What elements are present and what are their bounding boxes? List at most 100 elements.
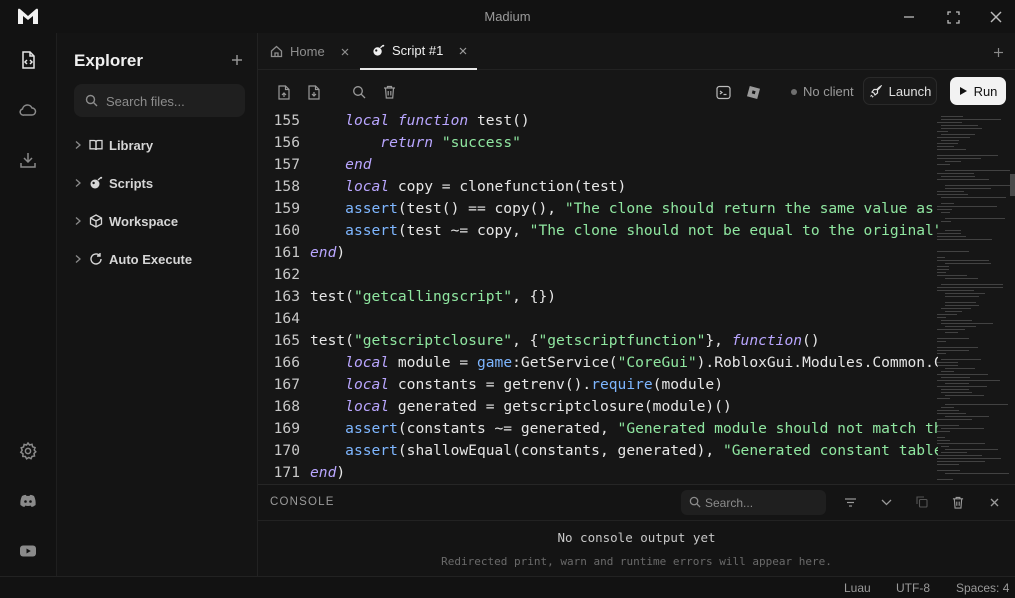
minimap-row <box>945 188 991 189</box>
console-filter-button[interactable] <box>842 494 858 510</box>
new-file-button[interactable] <box>228 51 246 69</box>
activity-download-button[interactable] <box>14 146 42 174</box>
minimap-row <box>941 176 975 177</box>
save-file-button[interactable] <box>305 83 323 101</box>
tab-home[interactable]: Home <box>270 33 351 70</box>
tab-label: Script #1 <box>392 43 444 58</box>
minimap-row <box>945 311 962 312</box>
minimap-row <box>941 446 949 447</box>
new-tab-button[interactable] <box>990 44 1006 60</box>
line-number: 171 <box>273 464 300 481</box>
minimap-row <box>937 233 961 234</box>
minimap-row <box>945 278 978 279</box>
tree-item-auto-execute[interactable]: Auto Execute <box>74 248 244 270</box>
run-button[interactable]: Run <box>950 77 1006 105</box>
minimap-row <box>945 368 975 369</box>
book-icon <box>89 138 109 152</box>
minimap-row <box>945 332 958 333</box>
close-window-button[interactable] <box>985 6 1007 28</box>
code-text: local constants = getrenv().require(modu… <box>345 376 723 393</box>
code-line: 166 local module = game:GetService("Core… <box>258 352 938 374</box>
minimap-row <box>937 350 969 351</box>
line-number: 161 <box>273 244 300 261</box>
minimap-row <box>945 263 991 264</box>
minimap-row <box>937 347 978 348</box>
minimap-row <box>941 203 954 204</box>
minimap-row <box>937 365 958 366</box>
editor-toolbar: No client Launch Run <box>258 70 1015 114</box>
clear-editor-button[interactable] <box>380 83 398 101</box>
minimap-row <box>941 221 951 222</box>
tree-item-label: Library <box>109 137 154 153</box>
code-line: 159 assert(test() == copy(), "The clone … <box>258 198 938 220</box>
minimap-row <box>937 362 958 363</box>
vertical-scrollbar[interactable] <box>1010 174 1015 196</box>
tree-item-label: Scripts <box>109 175 154 191</box>
launch-button[interactable]: Launch <box>863 77 937 105</box>
discord-button[interactable] <box>14 487 42 515</box>
find-button[interactable] <box>350 83 368 101</box>
chevron-down-icon <box>881 499 891 505</box>
minimap-row <box>937 251 969 252</box>
minimap-row <box>945 218 1005 219</box>
app-title: Madium <box>484 9 531 24</box>
minimap-row <box>937 437 945 438</box>
tree-item-library[interactable]: Library <box>74 134 244 156</box>
minimap-row <box>937 143 958 144</box>
terminal-icon <box>715 85 731 99</box>
tab-close-button[interactable] <box>457 45 469 57</box>
code-text: end) <box>310 464 346 481</box>
minimap-row <box>945 170 1010 171</box>
indent-indicator[interactable]: Spaces: 4 <box>956 581 1009 595</box>
tree-item-scripts[interactable]: Scripts <box>74 172 244 194</box>
minimap-row <box>937 155 998 156</box>
line-number: 156 <box>273 134 300 151</box>
code-editor[interactable]: 171 end) 170 assert(shallowEqual(constants… <box>258 114 938 514</box>
console-clear-button[interactable] <box>950 494 966 510</box>
code-text: local generated = getscriptclosure(modul… <box>345 398 732 415</box>
close-icon <box>990 498 998 506</box>
tree-item-workspace[interactable]: Workspace <box>74 210 244 232</box>
tab-script-1[interactable]: Script #1 <box>360 33 477 70</box>
line-number: 159 <box>273 200 300 217</box>
minimap-row <box>945 326 976 327</box>
console-copy-button[interactable] <box>914 494 930 510</box>
activity-editor-button[interactable] <box>14 46 42 74</box>
activity-cloud-button[interactable] <box>14 96 42 124</box>
minimap-row <box>937 338 969 339</box>
file-search-input[interactable] <box>106 92 236 110</box>
minimap-row <box>941 320 972 321</box>
chevron-right-icon <box>74 140 88 150</box>
terminal-button[interactable] <box>714 83 732 101</box>
encoding-indicator[interactable]: UTF-8 <box>896 581 930 595</box>
language-indicator[interactable]: Luau <box>844 581 871 595</box>
minimize-button[interactable] <box>898 6 920 28</box>
rocket-icon <box>869 84 882 98</box>
roblox-icon <box>746 85 760 99</box>
tab-close-button[interactable] <box>339 46 351 58</box>
search-icon <box>353 86 366 99</box>
maximize-button[interactable] <box>942 6 964 28</box>
youtube-button[interactable] <box>14 537 42 565</box>
line-number: 167 <box>273 376 300 393</box>
explorer-title: Explorer <box>74 51 143 70</box>
minimap-row <box>937 353 946 354</box>
minimap-row <box>941 284 1003 285</box>
console-close-button[interactable] <box>986 494 1002 510</box>
minimap-row <box>945 383 969 384</box>
script-icon <box>89 176 109 190</box>
console-collapse-button[interactable] <box>878 494 894 510</box>
open-file-button[interactable] <box>275 83 293 101</box>
minimap-row <box>937 122 962 123</box>
close-icon <box>990 11 1002 23</box>
settings-button[interactable] <box>14 437 42 465</box>
minimap[interactable] <box>935 114 1015 484</box>
roblox-button[interactable] <box>744 83 762 101</box>
console-search-input[interactable] <box>705 495 820 511</box>
script-icon <box>373 44 385 56</box>
minimap-row <box>945 404 1008 405</box>
minimap-row <box>937 149 966 150</box>
minimap-row <box>937 470 960 471</box>
home-icon <box>270 45 283 58</box>
run-label: Run <box>973 83 998 99</box>
